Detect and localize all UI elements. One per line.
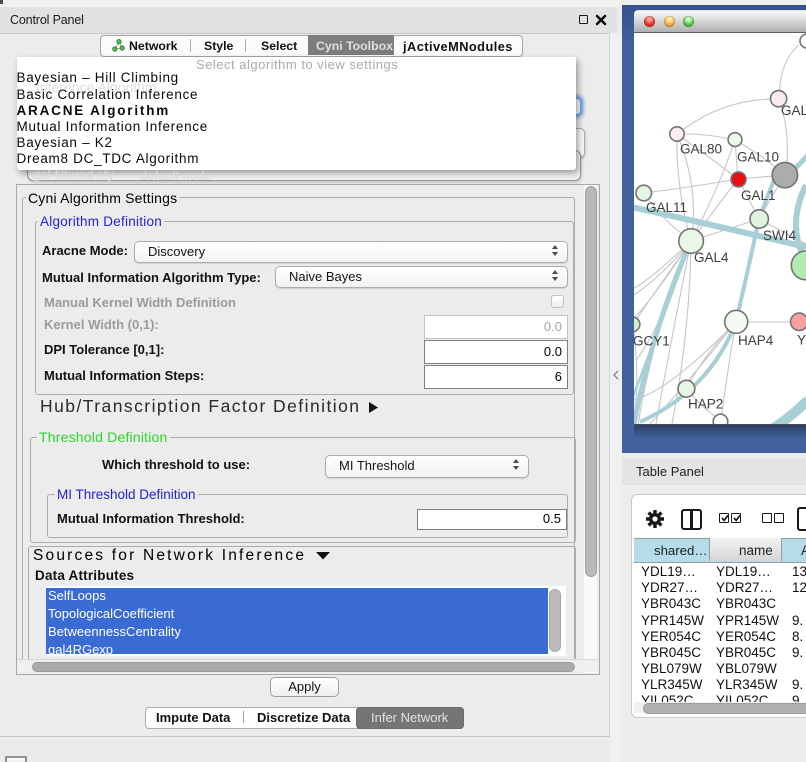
svg-text:SWI4: SWI4 xyxy=(763,228,796,243)
svg-text:GAL1: GAL1 xyxy=(741,188,776,203)
svg-text:GAL10: GAL10 xyxy=(737,150,779,165)
svg-text:GCY1: GCY1 xyxy=(634,334,670,349)
svg-text:Y: Y xyxy=(797,333,806,348)
svg-text:GAL2: GAL2 xyxy=(781,103,806,118)
svg-text:HAP4: HAP4 xyxy=(738,333,774,348)
svg-text:GAL4: GAL4 xyxy=(694,250,729,265)
svg-text:HAP2: HAP2 xyxy=(688,397,723,412)
svg-text:GAL80: GAL80 xyxy=(680,142,722,157)
svg-text:GAL11: GAL11 xyxy=(646,200,687,215)
